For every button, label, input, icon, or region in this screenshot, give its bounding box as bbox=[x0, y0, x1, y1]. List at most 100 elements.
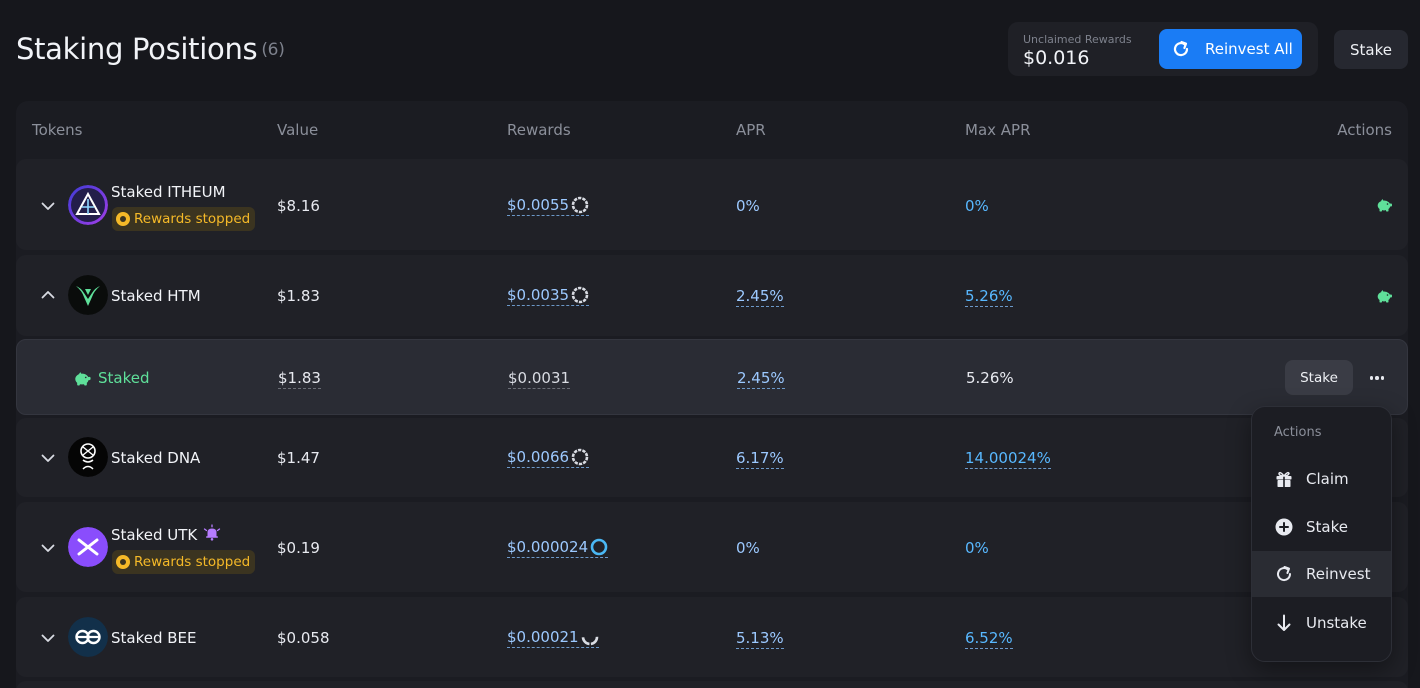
rewards-link[interactable]: $0.000024 bbox=[507, 538, 609, 558]
menu-item-label: Claim bbox=[1306, 470, 1349, 488]
column-actions: Actions bbox=[1337, 121, 1392, 139]
table-row[interactable] bbox=[16, 681, 1408, 688]
unclaimed-rewards-box: Unclaimed Rewards $0.016 Reinvest All bbox=[1008, 22, 1318, 76]
menu-item-label: Unstake bbox=[1306, 614, 1367, 632]
warning-dot-icon bbox=[116, 555, 130, 569]
menu-item-label: Stake bbox=[1306, 518, 1348, 536]
page-title: Staking Positions (6) bbox=[16, 32, 285, 66]
reinvest-icon bbox=[1173, 40, 1189, 57]
chevron-down-icon[interactable] bbox=[40, 540, 56, 556]
rewards-stopped-badge: Rewards stopped bbox=[112, 207, 256, 231]
rewards-stopped-badge: Rewards stopped bbox=[112, 550, 256, 574]
positions-table: Tokens Value Rewards APR Max APR Actions… bbox=[16, 101, 1408, 688]
warning-dot-icon bbox=[116, 212, 130, 226]
bee-token-icon bbox=[68, 617, 108, 657]
max-apr-value: 0% bbox=[965, 197, 989, 215]
rewards-amount: $0.000024 bbox=[507, 538, 589, 556]
staked-value[interactable]: $1.83 bbox=[278, 369, 321, 389]
piggy-bank-icon bbox=[75, 372, 91, 386]
chevron-down-icon[interactable] bbox=[40, 630, 56, 646]
rewards-amount: $0.00021 bbox=[507, 628, 579, 646]
position-value: $1.47 bbox=[277, 449, 320, 467]
reinvest-all-label: Reinvest All bbox=[1205, 40, 1293, 58]
loading-spinner-icon bbox=[581, 628, 598, 646]
staked-max-apr: 5.26% bbox=[966, 369, 1014, 387]
menu-item-claim[interactable]: Claim bbox=[1252, 456, 1391, 502]
page-title-text: Staking Positions bbox=[16, 32, 258, 66]
subrow-stake-button[interactable]: Stake bbox=[1285, 360, 1353, 395]
token-name: Staked HTM bbox=[111, 287, 201, 305]
position-value: $0.058 bbox=[277, 629, 330, 647]
rewards-amount: $0.0035 bbox=[507, 286, 570, 304]
max-apr-value[interactable]: 6.52% bbox=[965, 629, 1013, 649]
staked-rewards[interactable]: $0.0031 bbox=[508, 369, 571, 389]
position-value: $1.83 bbox=[277, 287, 320, 305]
table-row[interactable]: Staked HTM $1.83 $0.0035 2.45% 5.26% bbox=[16, 255, 1408, 336]
token-name: Staked ITHEUM bbox=[111, 183, 226, 201]
chevron-down-icon[interactable] bbox=[40, 450, 56, 466]
token-name: Staked UTK bbox=[111, 526, 197, 544]
positions-count: (6) bbox=[261, 40, 285, 60]
chevron-up-icon[interactable] bbox=[40, 287, 56, 303]
rewards-link[interactable]: $0.0055 bbox=[507, 196, 590, 216]
table-row[interactable]: Staked DNA $1.47 $0.0066 6.17% 14.00024% bbox=[16, 418, 1408, 497]
token-name: Staked BEE bbox=[111, 629, 197, 647]
loading-spinner-icon bbox=[571, 448, 589, 466]
chevron-down-icon[interactable] bbox=[40, 198, 56, 214]
badge-label: Rewards stopped bbox=[134, 211, 251, 227]
plus-circle-icon bbox=[1275, 518, 1293, 536]
menu-item-unstake[interactable]: Unstake bbox=[1252, 600, 1391, 646]
rewards-link[interactable]: $0.0035 bbox=[507, 286, 590, 306]
gift-icon bbox=[1276, 471, 1292, 487]
position-value: $8.16 bbox=[277, 197, 320, 215]
reinvest-all-button[interactable]: Reinvest All bbox=[1159, 29, 1302, 69]
piggy-bank-icon[interactable] bbox=[1376, 198, 1392, 212]
max-apr-value: 0% bbox=[965, 539, 989, 557]
apr-value[interactable]: 2.45% bbox=[736, 287, 784, 307]
apr-value[interactable]: 5.13% bbox=[736, 629, 784, 649]
column-rewards: Rewards bbox=[507, 121, 571, 139]
actions-menu-title: Actions bbox=[1274, 425, 1322, 440]
rewards-amount: $0.0066 bbox=[507, 448, 570, 466]
stake-button[interactable]: Stake bbox=[1334, 30, 1408, 69]
menu-item-stake[interactable]: Stake bbox=[1252, 504, 1391, 550]
menu-item-reinvest[interactable]: Reinvest bbox=[1252, 551, 1391, 597]
table-header: Tokens Value Rewards APR Max APR Actions bbox=[16, 101, 1408, 157]
bell-notification-icon[interactable] bbox=[203, 524, 221, 542]
rewards-amount: $0.0055 bbox=[507, 196, 570, 214]
loading-spinner-icon bbox=[571, 286, 589, 304]
apr-value: 0% bbox=[736, 197, 760, 215]
table-row[interactable]: Staked UTK Rewards stopped $0.19 $0.0000… bbox=[16, 502, 1408, 592]
apr-value[interactable]: 6.17% bbox=[736, 449, 784, 469]
token-name: Staked DNA bbox=[111, 449, 201, 467]
itheum-token-icon bbox=[68, 185, 108, 225]
column-max-apr: Max APR bbox=[965, 121, 1031, 139]
rewards-link[interactable]: $0.0066 bbox=[507, 448, 590, 468]
staked-apr[interactable]: 2.45% bbox=[737, 369, 785, 389]
token-name-text: Staked UTK bbox=[111, 526, 198, 544]
staked-label: Staked bbox=[98, 369, 150, 387]
position-value: $0.19 bbox=[277, 539, 320, 557]
table-row[interactable]: Staked BEE $0.058 $0.00021 5.13% 6.52% bbox=[16, 597, 1408, 677]
column-tokens: Tokens bbox=[32, 121, 83, 139]
piggy-bank-icon[interactable] bbox=[1376, 289, 1392, 303]
arrow-down-icon bbox=[1277, 614, 1291, 631]
loading-spinner-icon bbox=[590, 538, 608, 556]
unclaimed-rewards-label: Unclaimed Rewards bbox=[1023, 33, 1132, 46]
column-apr: APR bbox=[736, 121, 766, 139]
htm-token-icon bbox=[68, 275, 108, 315]
apr-value: 0% bbox=[736, 539, 760, 557]
staked-subrow: Staked $1.83 $0.0031 2.45% 5.26% Stake bbox=[16, 339, 1408, 415]
table-row[interactable]: Staked ITHEUM Rewards stopped $8.16 $0.0… bbox=[16, 159, 1408, 250]
rewards-amount: $0.0031 bbox=[508, 369, 571, 387]
badge-label: Rewards stopped bbox=[134, 554, 251, 570]
max-apr-value[interactable]: 5.26% bbox=[965, 287, 1013, 307]
column-value: Value bbox=[277, 121, 319, 139]
menu-item-label: Reinvest bbox=[1306, 565, 1371, 583]
rewards-link[interactable]: $0.00021 bbox=[507, 628, 599, 648]
dna-token-icon bbox=[68, 437, 108, 477]
more-actions-button[interactable] bbox=[1365, 368, 1389, 388]
actions-menu: Actions Claim Stake Reinvest Unstake bbox=[1251, 406, 1392, 662]
loading-spinner-icon bbox=[571, 196, 589, 214]
max-apr-value[interactable]: 14.00024% bbox=[965, 449, 1051, 469]
